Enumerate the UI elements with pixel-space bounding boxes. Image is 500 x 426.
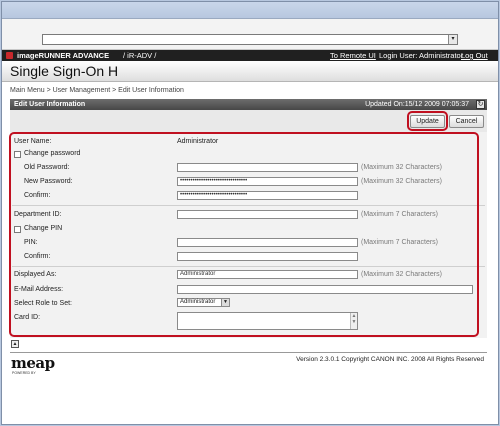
meap-logo-subtitle: POWERED BY	[12, 371, 36, 375]
page-title: Single Sign-On H	[10, 63, 119, 79]
address-bar[interactable]: ▾	[42, 34, 458, 45]
login-user-text: Login User: Administrator	[379, 51, 464, 60]
footer-divider	[10, 352, 487, 353]
meap-logo: meap	[11, 354, 55, 372]
user-form: User Name: Administrator Change password…	[9, 132, 487, 338]
remote-ui-link[interactable]: To Remote UI	[330, 51, 376, 60]
browser-window: ▾ imageRUNNER ADVANCE / iR-ADV / To Remo…	[1, 1, 499, 425]
chevron-down-icon[interactable]: ▾	[448, 35, 457, 44]
app-header: imageRUNNER ADVANCE / iR-ADV / To Remote…	[2, 50, 498, 61]
section-title: Edit User Information	[14, 100, 86, 108]
canon-logo-icon	[6, 52, 13, 59]
section-header: Edit User Information Updated On:15/12 2…	[10, 99, 487, 110]
copyright-text: Version 2.3.0.1 Copyright CANON INC. 200…	[296, 356, 484, 363]
page-title-bar: Single Sign-On H	[2, 61, 498, 82]
form-highlight	[9, 132, 479, 337]
browser-title-strip	[2, 2, 498, 19]
logout-link[interactable]: Log Out	[461, 51, 488, 60]
action-bar: Update Cancel	[10, 110, 487, 132]
cancel-button[interactable]: Cancel	[449, 115, 484, 128]
updated-timestamp: Updated On:15/12 2009 07:05:37	[365, 100, 469, 108]
brand-name: imageRUNNER ADVANCE	[17, 51, 110, 60]
refresh-icon[interactable]: ↻	[476, 100, 485, 109]
breadcrumb[interactable]: Main Menu > User Management > Edit User …	[10, 87, 184, 94]
scroll-top-icon[interactable]: ▲	[11, 340, 19, 348]
update-button[interactable]: Update	[410, 115, 445, 128]
device-name: / iR-ADV /	[123, 51, 157, 60]
browser-toolbar: ▾	[2, 19, 498, 50]
